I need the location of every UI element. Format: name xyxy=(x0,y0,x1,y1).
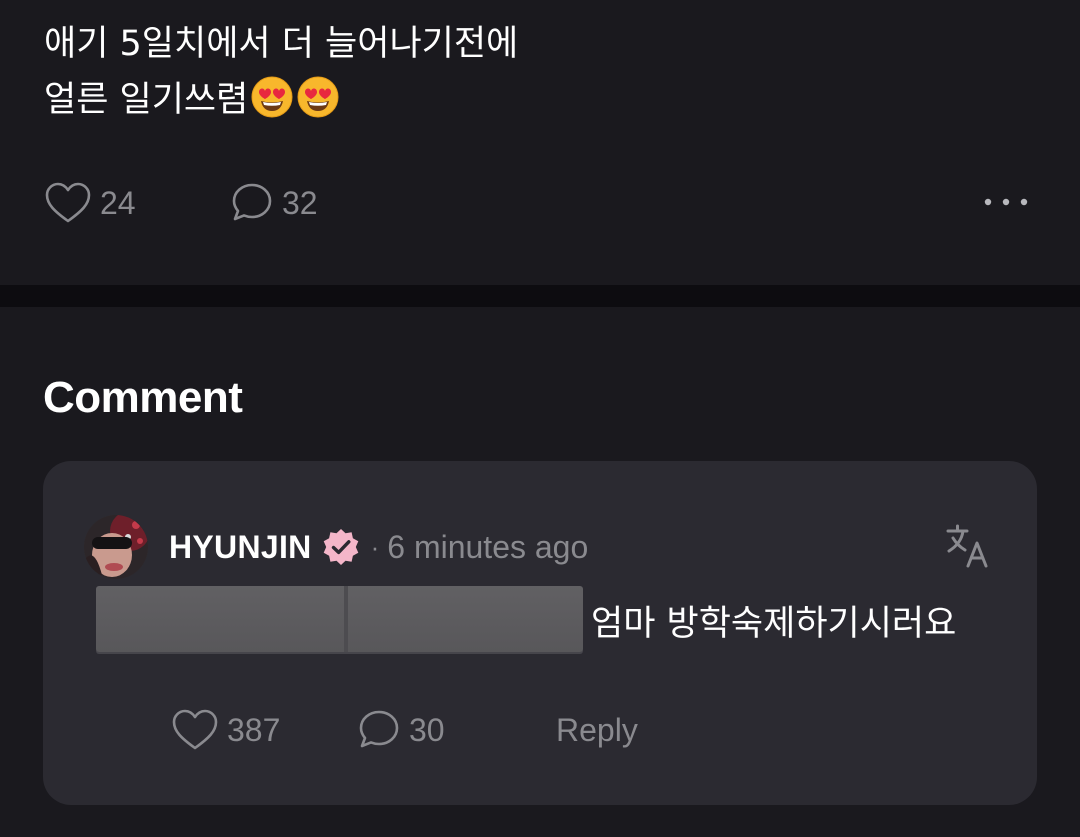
comment-header: HYUNJIN · 6 minutes ago xyxy=(169,523,588,571)
comment-actions: 387 30 Reply xyxy=(171,705,771,755)
author-name[interactable]: HYUNJIN xyxy=(169,529,312,566)
censored-sticker xyxy=(96,586,583,652)
avatar[interactable] xyxy=(84,515,148,579)
post-text-line-2-wrapper: 얼른 일기쓰렴 xyxy=(44,72,518,128)
comment-like-button[interactable]: 387 xyxy=(171,705,280,755)
more-horizontal-icon[interactable] xyxy=(982,192,1030,212)
heart-eyes-emoji xyxy=(251,76,293,118)
comment-reply-count: 30 xyxy=(409,711,445,748)
heart-eyes-emoji xyxy=(297,76,339,118)
post-body: 애기 5일치에서 더 늘어나기전에 얼른 일기쓰렴 xyxy=(44,16,518,128)
heart-outline-icon xyxy=(172,709,218,750)
sticker-divider xyxy=(344,586,348,652)
section-divider xyxy=(0,285,1080,307)
speech-bubble-icon xyxy=(359,710,399,748)
separator-dot: · xyxy=(370,531,380,562)
post-comment-count: 32 xyxy=(282,184,318,221)
section-title: Comment xyxy=(43,373,243,422)
post-text-line-2: 얼른 일기쓰렴 xyxy=(44,80,249,120)
avatar-image xyxy=(84,515,148,579)
comment-text: 엄마 방학숙제하기시러요 xyxy=(591,604,957,644)
comment-like-count: 387 xyxy=(227,711,281,748)
comment-replies-button[interactable]: 30 xyxy=(357,705,445,755)
verified-badge-icon xyxy=(323,529,358,565)
comment-timestamp: 6 minutes ago xyxy=(387,528,589,565)
post-like-count: 24 xyxy=(100,184,136,221)
speech-bubble-icon xyxy=(232,183,272,221)
comment-card: HYUNJIN · 6 minutes ago 엄마 방학숙제하기시러요 387 xyxy=(43,461,1037,805)
post-like-button[interactable]: 24 xyxy=(44,178,136,228)
post-comment-button[interactable]: 32 xyxy=(230,178,318,228)
translate-icon[interactable] xyxy=(945,523,991,569)
post-actions: 24 32 xyxy=(44,178,1034,228)
comment-section: Comment HYUNJIN · 6 minutes ago 엄마 방학숙제하… xyxy=(0,307,1080,837)
reply-button[interactable]: Reply xyxy=(556,705,638,755)
post: 애기 5일치에서 더 늘어나기전에 얼른 일기쓰렴 24 32 xyxy=(0,0,1080,285)
post-text-line-1: 애기 5일치에서 더 늘어나기전에 xyxy=(44,24,519,64)
heart-outline-icon xyxy=(45,182,91,223)
